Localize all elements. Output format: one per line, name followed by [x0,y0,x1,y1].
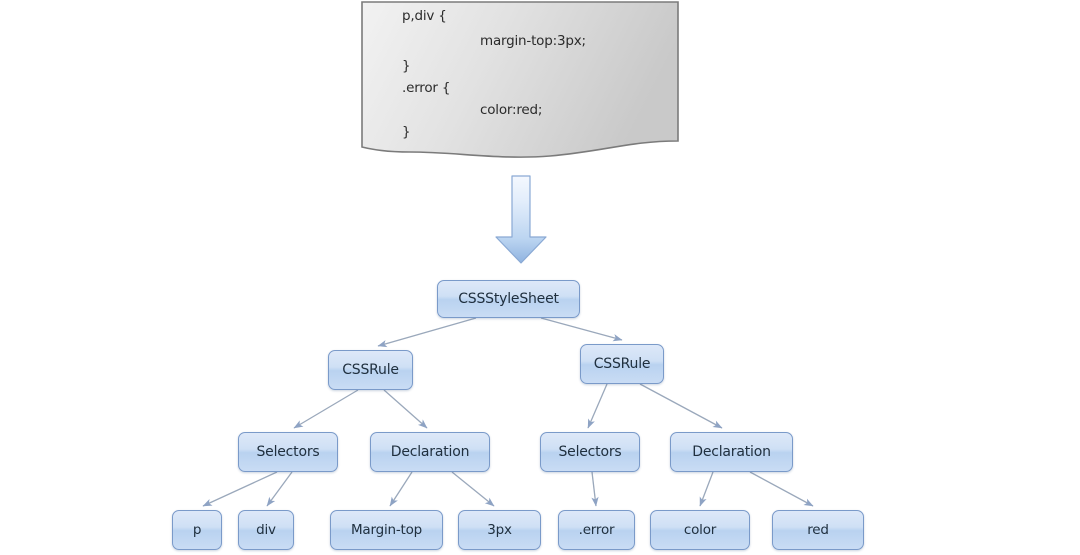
node-selectors-2[interactable]: Selectors [540,432,640,472]
edge-rule2-selectors2 [587,383,608,429]
node-label: CSSRule [593,356,651,372]
node-color[interactable]: color [650,510,750,550]
edge-stylesheet-rule2 [540,317,623,342]
node-selectors-1[interactable]: Selectors [238,432,338,472]
node-error-class[interactable]: .error [558,510,635,550]
code-line: } [402,124,411,140]
node-red[interactable]: red [772,510,864,550]
node-label: p [192,522,202,538]
node-div[interactable]: div [238,510,294,550]
node-cssstylesheet[interactable]: CSSStyleSheet [437,280,580,318]
node-label: Declaration [692,444,771,460]
code-line: color:red; [480,102,543,118]
code-line: .error { [402,80,451,96]
node-label: color [683,522,717,538]
down-arrow-icon [495,175,547,264]
css-source-document: p,div { margin-top:3px; } .error { color… [360,0,680,160]
edge-selectors2-error [591,471,599,507]
node-declaration-2[interactable]: Declaration [670,432,793,472]
node-cssrule-2[interactable]: CSSRule [580,344,664,384]
node-cssrule-1[interactable]: CSSRule [328,350,413,390]
edge-rule1-selectors1 [293,389,359,429]
node-label: 3px [487,522,512,538]
node-label: .error [578,522,615,538]
edge-declaration2-color [699,471,714,507]
node-declaration-1[interactable]: Declaration [370,432,490,472]
edge-selectors1-div [266,471,293,507]
node-label: div [256,522,276,538]
node-label: Declaration [390,444,470,460]
code-line: p,div { [402,8,447,24]
edge-declaration2-red [749,471,814,507]
code-line: margin-top:3px; [480,33,586,49]
css-code-text: p,div { margin-top:3px; } .error { color… [360,0,680,160]
node-margin-top[interactable]: Margin-top [330,510,443,550]
node-label: red [807,522,829,538]
node-3px[interactable]: 3px [458,510,541,550]
diagram-canvas: p,div { margin-top:3px; } .error { color… [0,0,1080,555]
node-label: CSSStyleSheet [458,291,559,307]
code-line: } [402,58,411,74]
node-label: Margin-top [350,522,423,538]
node-p[interactable]: p [172,510,222,550]
edge-declaration1-margintop [389,471,413,507]
edge-declaration1-3px [451,471,495,507]
node-label: CSSRule [342,362,399,378]
node-label: Selectors [256,444,320,460]
edge-rule2-declaration2 [639,383,723,429]
node-label: Selectors [558,444,622,460]
edge-rule1-declaration1 [383,389,428,429]
edge-stylesheet-rule1 [377,317,477,348]
edge-selectors1-p [202,471,278,507]
